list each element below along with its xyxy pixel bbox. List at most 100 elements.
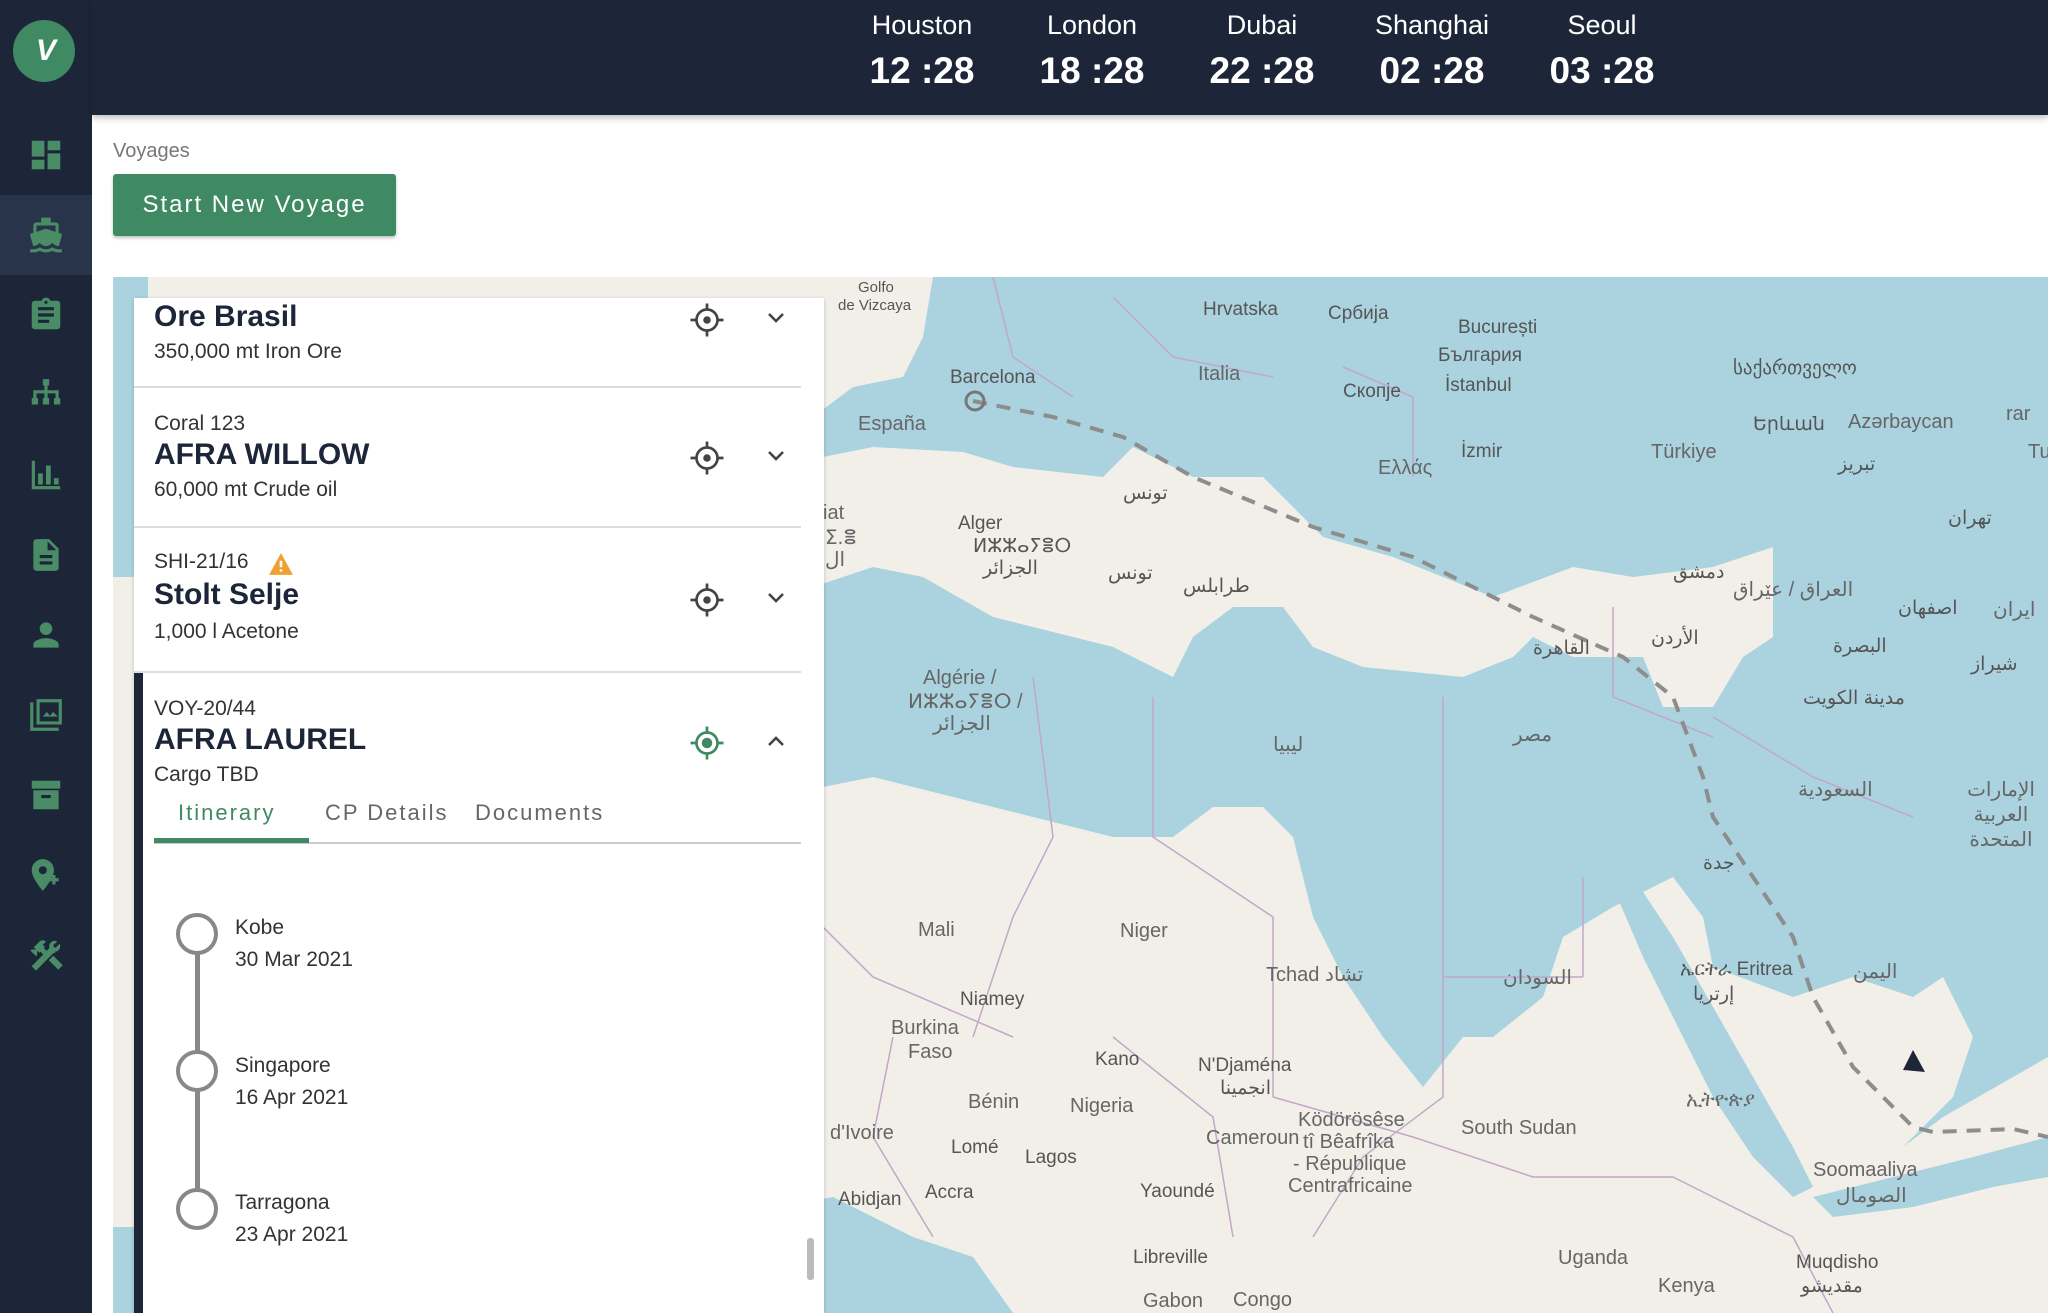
clock-seoul: Seoul 03 :28 bbox=[1527, 8, 1677, 96]
map-label: Tchad تشاد bbox=[1266, 964, 1364, 986]
nav-archive[interactable] bbox=[0, 755, 92, 835]
map-label: Bénin bbox=[968, 1091, 1020, 1113]
map-label: d'Ivoire bbox=[830, 1122, 894, 1144]
map-label: Tu bbox=[2028, 441, 2048, 463]
locate-vessel-icon[interactable] bbox=[689, 302, 725, 338]
breadcrumb[interactable]: Voyages bbox=[113, 140, 190, 163]
map-label: España bbox=[858, 413, 926, 435]
nav-organization[interactable] bbox=[0, 355, 92, 435]
map-label: ليبيا bbox=[1273, 734, 1304, 756]
map-label: جدة bbox=[1703, 853, 1735, 874]
map-label: مصر bbox=[1513, 724, 1553, 746]
clipboard-icon bbox=[31, 297, 61, 330]
map-label: Accra bbox=[925, 1182, 974, 1203]
start-new-voyage-button[interactable]: Start New Voyage bbox=[113, 174, 396, 236]
clock-city: London bbox=[1046, 10, 1138, 40]
map-label: البصرة bbox=[1833, 636, 1887, 657]
tab-cp-details[interactable]: CP Details bbox=[325, 800, 449, 826]
itinerary-date: 30 Mar 2021 bbox=[235, 948, 353, 971]
panel-scrollbar[interactable] bbox=[807, 1238, 814, 1280]
map-label: Burkina bbox=[891, 1017, 959, 1039]
map-label: Barcelona bbox=[950, 367, 1036, 388]
map-label: الأردن bbox=[1651, 628, 1699, 649]
chevron-down-icon[interactable] bbox=[764, 586, 788, 610]
map-label: Lagos bbox=[1025, 1147, 1077, 1168]
vessel-name: Stolt Selje bbox=[154, 578, 300, 611]
map-label: إرتريا bbox=[1693, 984, 1735, 1005]
clock-london: London 18 :28 bbox=[1017, 8, 1167, 96]
cargo-description: 60,000 mt Crude oil bbox=[154, 478, 338, 501]
nav-tasks[interactable] bbox=[0, 275, 92, 355]
active-tab-underline bbox=[154, 838, 309, 843]
chevron-down-icon[interactable] bbox=[764, 306, 788, 330]
clock-city: Houston bbox=[871, 10, 973, 40]
voyage-card[interactable]: SHI-21/16 Stolt Selje 1,000 l Acetone bbox=[134, 528, 801, 673]
map-label: شیراز bbox=[1971, 654, 2018, 675]
map-label: București bbox=[1458, 317, 1538, 338]
map-label: Libreville bbox=[1133, 1247, 1208, 1268]
map-label: Kenya bbox=[1658, 1275, 1715, 1297]
map-label: Congo bbox=[1233, 1289, 1292, 1311]
map-label: İstanbul bbox=[1445, 375, 1512, 396]
vessel-name: AFRA WILLOW bbox=[154, 438, 370, 471]
document-icon bbox=[33, 539, 59, 571]
nav-voyages[interactable] bbox=[0, 195, 92, 275]
vessel-name: AFRA LAUREL bbox=[154, 723, 367, 756]
map-label: de Vizcaya bbox=[838, 297, 912, 314]
map-label: Golfo bbox=[858, 279, 894, 296]
voyage-card[interactable]: Coral 123 AFRA WILLOW 60,000 mt Crude oi… bbox=[134, 388, 801, 528]
nav-analytics[interactable] bbox=[0, 435, 92, 515]
map-label: تونس bbox=[1108, 563, 1153, 584]
clock-dubai: Dubai 22 :28 bbox=[1187, 8, 1337, 96]
map-label: Italia bbox=[1198, 363, 1241, 385]
map-label: Nigeria bbox=[1070, 1095, 1134, 1117]
map-label: Gabon bbox=[1143, 1290, 1204, 1312]
nav-add-location[interactable] bbox=[0, 835, 92, 915]
map-label: القاهرة bbox=[1533, 638, 1590, 659]
add-location-icon bbox=[31, 859, 59, 891]
itinerary-stop-marker bbox=[176, 913, 218, 955]
map-label: اليمن bbox=[1853, 961, 1898, 983]
nav-tools[interactable] bbox=[0, 915, 92, 995]
map-label: السودان bbox=[1503, 967, 1572, 989]
locate-vessel-icon[interactable] bbox=[689, 725, 725, 761]
map-label: tî Bêafrîka bbox=[1303, 1131, 1395, 1153]
hierarchy-icon bbox=[31, 379, 61, 405]
chevron-down-icon[interactable] bbox=[764, 444, 788, 468]
map-label: ایران bbox=[1993, 599, 2036, 621]
map-label: Azərbaycan bbox=[1848, 411, 1954, 433]
chevron-up-icon[interactable] bbox=[764, 729, 788, 753]
map-label: Hrvatska bbox=[1203, 299, 1278, 320]
map-label: طرابلس bbox=[1183, 576, 1250, 597]
tab-documents[interactable]: Documents bbox=[475, 800, 604, 826]
map-label: Alger bbox=[958, 513, 1003, 534]
clock-time: 18 :28 bbox=[1039, 50, 1145, 91]
nav-users[interactable] bbox=[0, 595, 92, 675]
voyage-card-expanded[interactable]: VOY-20/44 AFRA LAUREL Cargo TBD bbox=[134, 673, 801, 1313]
warning-icon bbox=[269, 553, 293, 575]
map-label: Ködörösêse bbox=[1298, 1109, 1405, 1131]
world-clock-bar: Houston 12 :28 London 18 :28 Dubai 22 :2… bbox=[92, 0, 2048, 115]
itinerary-port: Singapore bbox=[235, 1054, 331, 1077]
nav-dashboard[interactable] bbox=[0, 115, 92, 195]
nav-fleet[interactable] bbox=[0, 675, 92, 755]
app-logo[interactable]: V bbox=[13, 20, 75, 82]
cargo-description: Cargo TBD bbox=[154, 763, 259, 786]
nav-documents[interactable] bbox=[0, 515, 92, 595]
map-label: مقديشو bbox=[1801, 1276, 1863, 1297]
ship-icon bbox=[30, 217, 62, 253]
locate-vessel-icon[interactable] bbox=[689, 582, 725, 618]
tab-itinerary[interactable]: Itinerary bbox=[178, 800, 275, 826]
map-label: Yaoundé bbox=[1140, 1181, 1215, 1202]
locate-vessel-icon[interactable] bbox=[689, 440, 725, 476]
tools-icon bbox=[30, 940, 63, 971]
voyage-card[interactable]: Ore Brasil 350,000 mt Iron Ore bbox=[134, 298, 801, 388]
clock-time: 02 :28 bbox=[1379, 50, 1485, 91]
map-label: انجمينا bbox=[1220, 1078, 1272, 1099]
map-label: Niamey bbox=[960, 989, 1025, 1010]
map-label: ⵍⵣⵣⴰⵢⴻⵔ bbox=[973, 536, 1072, 557]
map-label: العراق / عێراق bbox=[1733, 579, 1854, 601]
map-label: İzmir bbox=[1461, 441, 1503, 462]
map-label: ኢትዮጵያ bbox=[1686, 1089, 1755, 1111]
clock-city: Shanghai bbox=[1374, 10, 1490, 40]
